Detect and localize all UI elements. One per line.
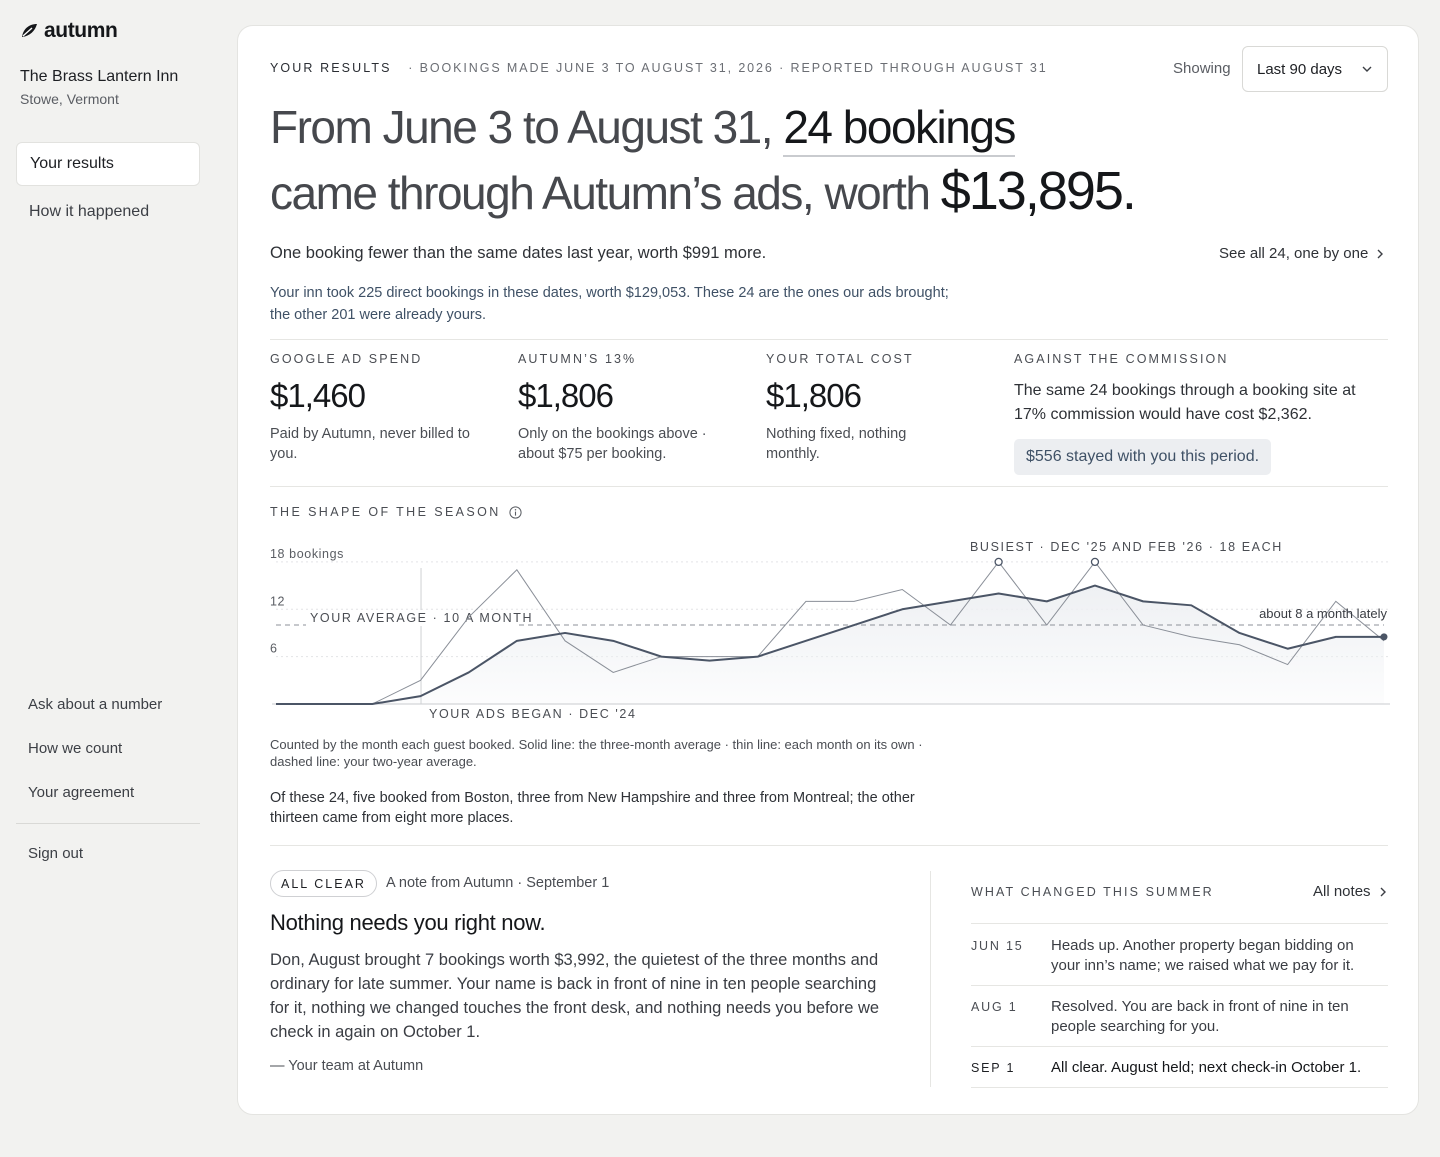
column-divider xyxy=(930,871,931,1087)
showing-label: Showing xyxy=(1173,60,1231,77)
divider xyxy=(270,486,1388,487)
stat-autumn-fee: AUTUMN’S 13% $1,806 Only on the bookings… xyxy=(518,352,718,464)
divider xyxy=(971,923,1388,924)
direct-bookings-note: Your inn took 225 direct bookings in the… xyxy=(270,285,949,323)
kicker-title: YOUR RESULTS xyxy=(270,61,392,75)
headline-bookings-count[interactable]: 24 bookings xyxy=(783,101,1016,157)
kicker-period: · BOOKINGS MADE JUNE 3 TO AUGUST 31, 202… xyxy=(408,61,1048,75)
busiest-point xyxy=(1090,557,1100,567)
y-tick-label: 6 xyxy=(270,642,278,656)
ask-about-number-link[interactable]: Ask about a number xyxy=(28,696,162,713)
property-name: The Brass Lantern Inn xyxy=(20,68,179,85)
y-tick-label: 12 xyxy=(270,594,285,608)
divider xyxy=(971,1046,1388,1047)
season-chart: 18 bookings 12 6 YOUR ADS BEGAN · DEC '24 YO… xyxy=(270,540,1390,721)
headline-text: came through Autumn’s ads, worth xyxy=(270,167,931,219)
latest-point xyxy=(1380,633,1388,641)
results-card: YOUR RESULTS · BOOKINGS MADE JUNE 3 TO A… xyxy=(237,25,1419,1115)
nav-label: Your results xyxy=(30,155,114,172)
change-date: AUG 1 xyxy=(971,1000,1018,1014)
stat-google-ad-spend: GOOGLE AD SPEND $1,460 Paid by Autumn, n… xyxy=(270,352,470,464)
stat-value: $1,460 xyxy=(270,377,366,414)
lately-label: about 8 a month lately xyxy=(1259,606,1387,621)
brand-logo[interactable]: autumn xyxy=(20,19,118,43)
change-date: JUN 15 xyxy=(971,939,1024,953)
divider xyxy=(971,1087,1388,1088)
stat-label: YOUR TOTAL COST xyxy=(766,352,914,366)
changes-title: WHAT CHANGED THIS SUMMER xyxy=(971,885,1214,899)
sidebar-divider xyxy=(16,823,200,824)
headline-line-2: came through Autumn’s ads, worth $13,895… xyxy=(270,161,1137,221)
how-we-count-link[interactable]: How we count xyxy=(28,740,122,757)
chevron-down-icon xyxy=(1362,66,1372,72)
note-meta: A note from Autumn · September 1 xyxy=(386,875,610,891)
period-select-value: Last 90 days xyxy=(1257,60,1343,78)
divider xyxy=(270,845,1388,846)
busiest-point xyxy=(994,557,1003,567)
change-text: Resolved. You are back in front of nine … xyxy=(1051,998,1349,1035)
note-title: Nothing needs you right now. xyxy=(270,910,546,935)
stat-note: Only on the bookings above · about $75 p… xyxy=(518,426,707,462)
see-all-label: See all 24, one by one xyxy=(1219,245,1369,262)
see-all-bookings-link[interactable]: See all 24, one by one xyxy=(1219,245,1384,262)
chevron-right-icon xyxy=(1377,249,1384,258)
nav-how-it-happened[interactable]: How it happened xyxy=(16,190,200,234)
stat-note: Nothing fixed, nothing monthly. xyxy=(766,426,907,462)
all-notes-link[interactable]: All notes xyxy=(1313,883,1387,900)
divider xyxy=(270,339,1388,340)
stat-label: AUTUMN’S 13% xyxy=(518,352,637,366)
stat-value: $1,806 xyxy=(518,377,614,414)
note-body: Don, August brought 7 bookings worth $3,… xyxy=(270,951,880,1041)
results-kicker: YOUR RESULTS · BOOKINGS MADE JUNE 3 TO A… xyxy=(270,61,1048,75)
headline-text: From June 3 to August 31, xyxy=(270,101,774,153)
sidebar: autumn The Brass Lantern Inn Stowe, Verm… xyxy=(0,0,216,1157)
nav-your-results[interactable]: Your results xyxy=(16,142,200,186)
year-comparison: One booking fewer than the same dates la… xyxy=(270,244,767,262)
stat-label: GOOGLE AD SPEND xyxy=(270,352,423,366)
headline-line-1: From June 3 to August 31, 24 bookings xyxy=(270,101,1016,157)
stat-note: Paid by Autumn, never billed to you. xyxy=(270,426,470,462)
nav-label: How it happened xyxy=(29,203,150,220)
period-select[interactable]: Last 90 days xyxy=(1242,46,1388,92)
savings-pill: $556 stayed with you this period. xyxy=(1014,439,1272,475)
change-date: SEP 1 xyxy=(971,1061,1016,1075)
stat-total-cost: YOUR TOTAL COST $1,806 Nothing fixed, no… xyxy=(766,352,966,464)
change-text: Heads up. Another property began bidding… xyxy=(1051,937,1355,974)
commission-comparison: AGAINST THE COMMISSION The same 24 booki… xyxy=(1014,352,1394,475)
leaf-logo-icon xyxy=(22,24,37,37)
all-notes-label: All notes xyxy=(1313,883,1371,900)
your-agreement-link[interactable]: Your agreement xyxy=(28,784,134,801)
divider xyxy=(971,985,1388,986)
brand-name: autumn xyxy=(44,19,118,42)
change-text: All clear. August held; next check-in Oc… xyxy=(1051,1059,1362,1076)
sign-out-link[interactable]: Sign out xyxy=(28,845,83,862)
note-signature: — Your team at Autumn xyxy=(270,1058,424,1074)
commission-label: AGAINST THE COMMISSION xyxy=(1014,352,1229,366)
y-tick-label: 18 bookings xyxy=(270,547,344,561)
chart-caption: Counted by the month each guest booked. … xyxy=(270,737,923,769)
property-location: Stowe, Vermont xyxy=(20,91,119,107)
commission-text: The same 24 bookings through a booking s… xyxy=(1014,382,1356,423)
ads-began-label: YOUR ADS BEGAN · DEC '24 xyxy=(429,707,637,721)
chevron-right-icon xyxy=(1380,887,1386,896)
all-clear-badge: ALL CLEAR xyxy=(270,870,377,897)
average-label: YOUR AVERAGE · 10 A MONTH xyxy=(310,611,533,625)
headline-worth: $13,895. xyxy=(940,161,1137,221)
stat-value: $1,806 xyxy=(766,377,862,414)
busiest-label: BUSIEST · DEC '25 AND FEB '26 · 18 EACH xyxy=(970,540,1283,554)
booking-origins: Of these 24, five booked from Boston, th… xyxy=(270,790,915,826)
